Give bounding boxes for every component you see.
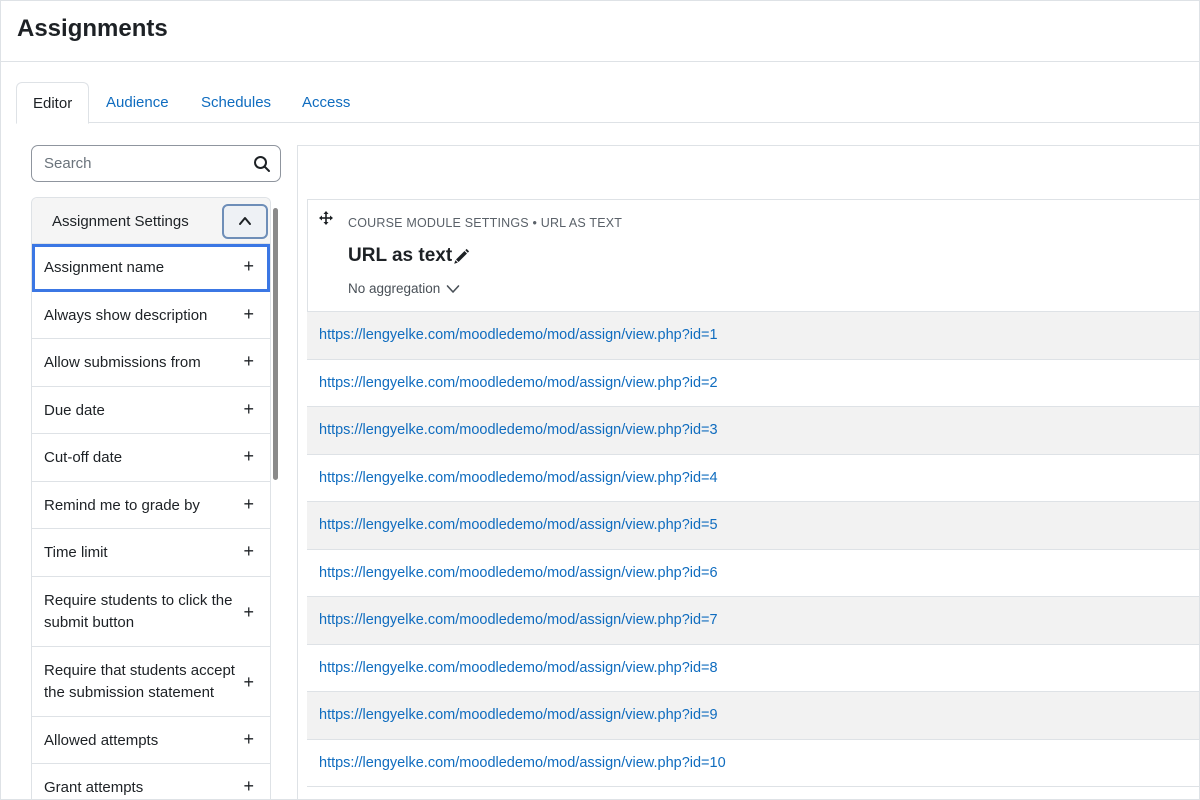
plus-icon[interactable]: + xyxy=(243,673,254,691)
column-header-card: COURSE MODULE SETTINGS • URL AS TEXT URL… xyxy=(307,199,1199,312)
plus-icon[interactable]: + xyxy=(243,447,254,465)
search-icon[interactable] xyxy=(253,155,271,173)
row-link[interactable]: https://lengyelke.com/moodledemo/mod/ass… xyxy=(319,422,718,438)
aggregation-select[interactable]: No aggregation xyxy=(348,281,460,296)
plus-icon[interactable]: + xyxy=(243,777,254,795)
aggregation-value: No aggregation xyxy=(348,281,441,296)
settings-item-label: Remind me to grade by xyxy=(44,496,200,514)
table-row: https://lengyelke.com/moodledemo/mod/ass… xyxy=(307,312,1199,360)
table-row: https://lengyelke.com/moodledemo/mod/ass… xyxy=(307,739,1199,787)
row-link[interactable]: https://lengyelke.com/moodledemo/mod/ass… xyxy=(319,612,718,628)
collapse-button[interactable] xyxy=(222,204,268,239)
settings-item-label: Allow submissions from xyxy=(44,354,201,371)
settings-list: Assignment name + Always show descriptio… xyxy=(32,244,270,799)
plus-icon[interactable]: + xyxy=(243,400,254,418)
settings-item-label: Time limit xyxy=(44,544,108,561)
table-row: https://lengyelke.com/moodledemo/mod/ass… xyxy=(307,549,1199,597)
settings-item-allow-submissions-from[interactable]: Allow submissions from + xyxy=(32,339,270,387)
plus-icon[interactable]: + xyxy=(243,730,254,748)
settings-item-label: Assignment name xyxy=(44,259,165,276)
settings-item-label: Require that students accept the submiss… xyxy=(44,661,235,701)
settings-item-cut-off-date[interactable]: Cut-off date + xyxy=(32,434,270,482)
move-icon[interactable] xyxy=(319,211,333,225)
plus-icon[interactable]: + xyxy=(243,542,254,560)
plus-icon[interactable]: + xyxy=(243,305,254,323)
tab-bar: Editor Audience Schedules Access xyxy=(16,82,1199,124)
tab-schedules[interactable]: Schedules xyxy=(201,82,271,123)
report-rows: https://lengyelke.com/moodledemo/mod/ass… xyxy=(307,312,1199,787)
tab-audience[interactable]: Audience xyxy=(106,82,169,123)
settings-item-require-submit-button[interactable]: Require students to click the submit but… xyxy=(32,576,270,647)
table-row: https://lengyelke.com/moodledemo/mod/ass… xyxy=(307,644,1199,692)
row-link[interactable]: https://lengyelke.com/moodledemo/mod/ass… xyxy=(319,375,718,391)
sidebar-search xyxy=(31,145,281,182)
settings-item-label: Grant attempts xyxy=(44,779,144,796)
settings-item-allowed-attempts[interactable]: Allowed attempts + xyxy=(32,716,270,764)
chevron-down-icon xyxy=(446,285,460,294)
settings-item-grant-attempts[interactable]: Grant attempts + xyxy=(32,764,270,799)
table-row: https://lengyelke.com/moodledemo/mod/ass… xyxy=(307,502,1199,550)
settings-item-label: Due date xyxy=(44,401,105,419)
page-header: Assignments xyxy=(1,1,1199,62)
search-input[interactable] xyxy=(44,146,244,181)
sidebar-scrollbar[interactable] xyxy=(273,208,278,480)
page-title: Assignments xyxy=(17,15,168,42)
row-link[interactable]: https://lengyelke.com/moodledemo/mod/ass… xyxy=(319,707,718,723)
settings-item-label: Allowed attempts xyxy=(44,731,159,749)
column-title: URL as text xyxy=(348,245,453,266)
row-link[interactable]: https://lengyelke.com/moodledemo/mod/ass… xyxy=(319,755,726,771)
tab-editor[interactable]: Editor xyxy=(16,82,90,124)
settings-item-assignment-name[interactable]: Assignment name + xyxy=(32,244,270,292)
settings-item-label: Require students to click the submit but… xyxy=(44,591,233,631)
table-row: https://lengyelke.com/moodledemo/mod/ass… xyxy=(307,692,1199,740)
settings-section-header: Assignment Settings xyxy=(32,198,270,244)
plus-icon[interactable]: + xyxy=(243,495,254,513)
settings-item-require-submission-statement[interactable]: Require that students accept the submiss… xyxy=(32,646,270,717)
settings-item-label: Cut-off date xyxy=(44,449,123,466)
settings-item-label: Always show description xyxy=(44,306,208,324)
app-frame: Assignments Editor Audience Schedules Ac… xyxy=(0,0,1200,800)
report-preview: COURSE MODULE SETTINGS • URL AS TEXT URL… xyxy=(297,145,1199,799)
pencil-icon[interactable] xyxy=(453,248,470,265)
settings-item-always-show-description[interactable]: Always show description + xyxy=(32,291,270,339)
plus-icon[interactable]: + xyxy=(243,603,254,621)
settings-panel: Assignment Settings Assignment name + Al… xyxy=(31,197,271,799)
settings-item-remind-me-to-grade-by[interactable]: Remind me to grade by + xyxy=(32,481,270,529)
row-link[interactable]: https://lengyelke.com/moodledemo/mod/ass… xyxy=(319,470,718,486)
table-row: https://lengyelke.com/moodledemo/mod/ass… xyxy=(307,407,1199,455)
row-link[interactable]: https://lengyelke.com/moodledemo/mod/ass… xyxy=(319,660,718,676)
settings-item-time-limit[interactable]: Time limit + xyxy=(32,529,270,577)
column-source-breadcrumb: COURSE MODULE SETTINGS • URL AS TEXT xyxy=(348,216,623,230)
table-row: https://lengyelke.com/moodledemo/mod/ass… xyxy=(307,597,1199,645)
plus-icon[interactable]: + xyxy=(243,257,254,275)
table-row: https://lengyelke.com/moodledemo/mod/ass… xyxy=(307,359,1199,407)
table-row: https://lengyelke.com/moodledemo/mod/ass… xyxy=(307,454,1199,502)
plus-icon[interactable]: + xyxy=(243,352,254,370)
chevron-up-icon xyxy=(239,217,251,225)
row-link[interactable]: https://lengyelke.com/moodledemo/mod/ass… xyxy=(319,517,718,533)
tab-access[interactable]: Access xyxy=(302,82,350,123)
row-link[interactable]: https://lengyelke.com/moodledemo/mod/ass… xyxy=(319,565,718,581)
row-link[interactable]: https://lengyelke.com/moodledemo/mod/ass… xyxy=(319,327,718,343)
settings-section-title: Assignment Settings xyxy=(52,213,189,230)
settings-item-due-date[interactable]: Due date + xyxy=(32,386,270,434)
